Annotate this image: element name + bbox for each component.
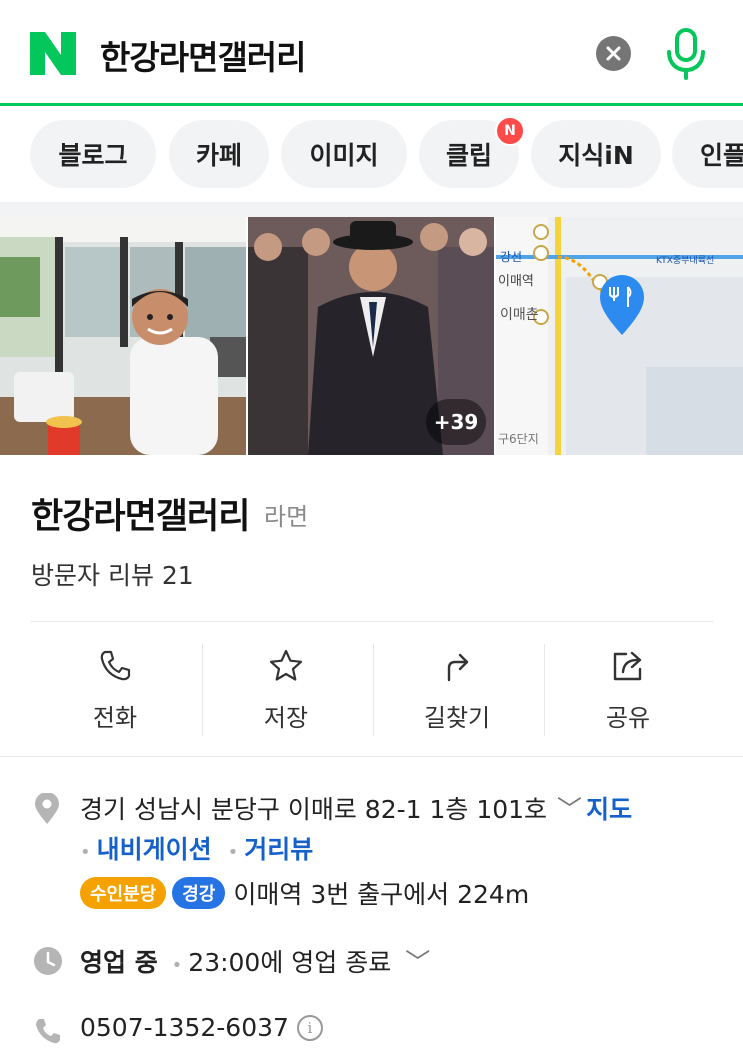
phone-icon — [36, 1019, 60, 1044]
map-link[interactable]: 지도 — [586, 795, 632, 824]
directions-button[interactable]: 길찾기 — [372, 640, 542, 740]
phone-icon — [100, 650, 131, 681]
tab-blog[interactable]: 블로그 — [30, 120, 156, 188]
star-icon — [269, 649, 303, 681]
place-actions: 전화 저장 길찾기 공유 — [0, 640, 743, 740]
share-button[interactable]: 공유 — [543, 640, 713, 740]
search-category-tabs: 블로그 카페 이미지 클립 N 지식iN 인플 — [0, 106, 743, 202]
search-bar: 한강라면갤러리 — [0, 0, 743, 106]
station-distance: 이매역 3번 출구에서 224m — [233, 880, 530, 909]
phone-row: 0507-1352-6037 i — [80, 1013, 323, 1042]
directions-icon — [447, 653, 469, 682]
directions-label: 길찾기 — [423, 704, 491, 732]
photo-store-interior[interactable] — [0, 217, 246, 455]
subway-info: 수인분당 경강 이매역 3번 출구에서 224m — [80, 875, 529, 911]
streetview-link[interactable]: 거리뷰 — [244, 835, 313, 864]
save-button[interactable]: 저장 — [201, 640, 371, 740]
navigation-links: • 내비게이션 • 거리뷰 — [80, 830, 313, 866]
search-query[interactable]: 한강라면갤러리 — [100, 31, 307, 79]
business-hours[interactable]: 영업 중 • 23:00에 영업 종료 ﹀ — [80, 943, 430, 979]
svg-text:강선: 강선 — [500, 250, 522, 264]
hours-status: 영업 중 — [80, 948, 158, 977]
call-button[interactable]: 전화 — [30, 640, 200, 740]
location-map[interactable]: 강선 이매역 이매촌 KTX중부내륙선 구6단지 — [496, 217, 743, 455]
section-band — [0, 202, 743, 217]
subway-line-suin-bundang: 수인분당 — [80, 877, 167, 909]
tab-cafe[interactable]: 카페 — [169, 120, 269, 188]
clear-search-button[interactable] — [596, 36, 631, 71]
svg-text:구6단지: 구6단지 — [498, 432, 539, 446]
svg-text:이매촌: 이매촌 — [500, 307, 539, 323]
share-icon — [613, 651, 642, 681]
photo-strip: +39 강선 이매역 이매촌 KTX중부내륙선 구6단지 — [0, 217, 743, 455]
phone-number[interactable]: 0507-1352-6037 — [80, 1013, 289, 1042]
tab-influencer[interactable]: 인플 — [672, 120, 743, 188]
location-pin-icon — [35, 793, 59, 824]
naver-logo-icon[interactable] — [30, 32, 76, 75]
photo-drama-scene[interactable]: +39 — [248, 217, 494, 455]
navigation-link[interactable]: 내비게이션 — [97, 835, 212, 864]
section-divider — [0, 756, 743, 757]
clock-icon — [34, 947, 62, 975]
separator-dot: • — [227, 842, 239, 863]
chevron-down-icon[interactable]: ﹀ — [405, 948, 430, 977]
svg-text:KTX중부내륙선: KTX중부내륙선 — [656, 255, 714, 266]
place-category: 라면 — [264, 503, 309, 531]
share-label: 공유 — [605, 704, 651, 732]
info-icon[interactable]: i — [296, 1014, 323, 1041]
more-photos-count[interactable]: +39 — [426, 399, 486, 445]
chevron-down-icon[interactable]: ﹀ — [557, 795, 582, 824]
visitor-review-count[interactable]: 방문자 리뷰 21 — [31, 556, 194, 592]
address-row: 경기 성남시 분당구 이매로 82-1 1층 101호 ﹀ 지도 — [80, 790, 632, 826]
subway-line-gyeonggang: 경강 — [172, 877, 226, 909]
separator-dot: • — [171, 955, 183, 976]
close-icon — [606, 46, 621, 61]
hours-detail: 23:00에 영업 종료 — [188, 948, 392, 977]
tab-image[interactable]: 이미지 — [281, 120, 407, 188]
microphone-icon[interactable] — [664, 28, 708, 80]
call-label: 전화 — [92, 704, 138, 732]
tab-kin[interactable]: 지식iN — [531, 120, 661, 188]
separator-dot: • — [80, 842, 91, 863]
svg-text:이매역: 이매역 — [498, 274, 534, 289]
divider — [31, 621, 713, 622]
save-label: 저장 — [263, 704, 309, 732]
place-name[interactable]: 한강라면갤러리 — [31, 488, 250, 539]
new-badge: N — [495, 116, 525, 146]
tab-clip[interactable]: 클립 N — [419, 116, 525, 188]
address-text[interactable]: 경기 성남시 분당구 이매로 82-1 1층 101호 — [80, 795, 547, 824]
